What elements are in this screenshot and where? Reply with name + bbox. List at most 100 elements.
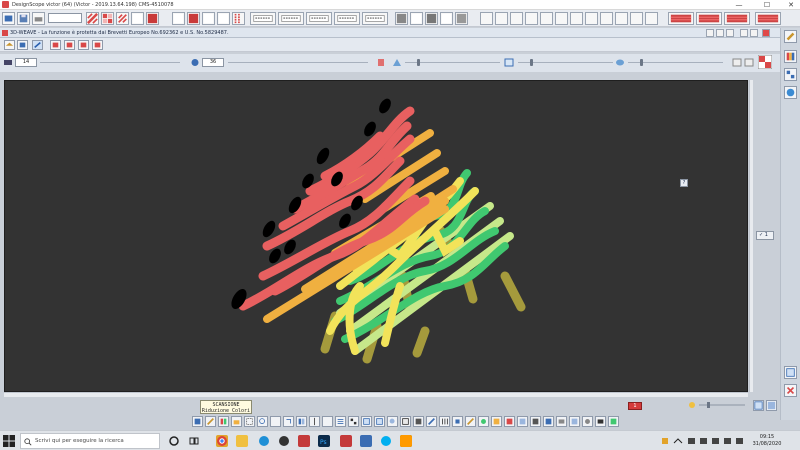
simulation-button[interactable] xyxy=(491,416,502,427)
child-close-button[interactable] xyxy=(762,29,770,37)
blank-button-6[interactable] xyxy=(555,12,568,25)
toolbar-field[interactable] xyxy=(48,13,82,23)
check-tool-button[interactable] xyxy=(348,416,359,427)
rotate-button[interactable] xyxy=(32,40,43,50)
grid-view-button-4[interactable] xyxy=(92,40,103,50)
fabric-button-1[interactable] xyxy=(668,12,694,25)
blank-button-5[interactable] xyxy=(540,12,553,25)
blank-button-1[interactable] xyxy=(480,12,493,25)
scan-tool-button[interactable] xyxy=(192,416,203,427)
sphere-tool-button[interactable] xyxy=(784,86,797,99)
color-button-red-2[interactable] xyxy=(187,12,200,25)
maximize-button[interactable]: ☐ xyxy=(758,0,776,10)
open-button[interactable] xyxy=(2,12,15,25)
select-tool-button[interactable] xyxy=(244,416,255,427)
stripe-tool-button[interactable] xyxy=(335,416,346,427)
weave-grid-button[interactable] xyxy=(361,416,372,427)
layers-button[interactable] xyxy=(17,40,28,50)
texture-button-1[interactable] xyxy=(395,12,408,25)
warp-count-field[interactable]: 14 xyxy=(15,58,37,67)
blank-button-8[interactable] xyxy=(585,12,598,25)
weave-button-5[interactable] xyxy=(362,12,388,25)
color-button-white-3[interactable] xyxy=(217,12,230,25)
zoom-tool-button[interactable] xyxy=(257,416,268,427)
taskbar-clock[interactable]: 09:15 31/08/2020 xyxy=(752,434,782,448)
repeat-tool-button[interactable] xyxy=(283,416,294,427)
grid-toggle-button[interactable] xyxy=(753,400,764,411)
home-view-button[interactable] xyxy=(4,40,15,50)
library-button[interactable] xyxy=(569,416,580,427)
chrome-icon[interactable] xyxy=(216,435,228,447)
jacquard-button[interactable] xyxy=(413,416,424,427)
media-icon[interactable] xyxy=(278,435,290,447)
close-button[interactable]: ✕ xyxy=(782,0,800,10)
fabric-button-4[interactable] xyxy=(755,12,781,25)
print-preview-button[interactable] xyxy=(556,416,567,427)
render-button[interactable] xyxy=(530,416,541,427)
texture-button-2[interactable] xyxy=(410,12,423,25)
save-button[interactable] xyxy=(17,12,30,25)
blank-button-7[interactable] xyxy=(570,12,583,25)
layout-tool-button[interactable] xyxy=(784,366,797,379)
mirror-tool-button[interactable] xyxy=(296,416,307,427)
drape-button[interactable] xyxy=(517,416,528,427)
pattern-button-1[interactable] xyxy=(86,12,99,25)
viewport-vertical-scrollbar[interactable] xyxy=(749,80,753,392)
text-tool-button[interactable] xyxy=(270,416,281,427)
weave-button-3[interactable] xyxy=(306,12,332,25)
fill-tool-button[interactable] xyxy=(231,416,242,427)
pin-window-button[interactable] xyxy=(716,29,724,37)
color-button-red[interactable] xyxy=(146,12,159,25)
blank-button-3[interactable] xyxy=(510,12,523,25)
dobby-button[interactable] xyxy=(400,416,411,427)
grid-view-button-2[interactable] xyxy=(64,40,75,50)
fabric-sim-button[interactable] xyxy=(504,416,515,427)
weave-button-4[interactable] xyxy=(334,12,360,25)
brightness-slider[interactable] xyxy=(687,400,747,410)
zoom-level-badge[interactable]: ✓ 1 xyxy=(756,231,774,240)
photoshop-icon[interactable]: Ps xyxy=(318,435,330,447)
pattern-preview-icon[interactable] xyxy=(758,55,772,69)
camera-button[interactable] xyxy=(595,416,606,427)
blank-button-2[interactable] xyxy=(495,12,508,25)
pattern-button-2[interactable] xyxy=(101,12,114,25)
flip-tool-button[interactable] xyxy=(309,416,320,427)
grid-view-button-3[interactable] xyxy=(78,40,89,50)
texture-button-4[interactable] xyxy=(440,12,453,25)
help-window-button[interactable] xyxy=(706,29,714,37)
pattern-toggle-button[interactable] xyxy=(766,400,777,411)
weave-button-1[interactable] xyxy=(250,12,276,25)
settings-button[interactable] xyxy=(582,416,593,427)
grid-tool-button[interactable] xyxy=(784,68,797,81)
paste-view-icon[interactable] xyxy=(744,58,754,67)
harness-button[interactable] xyxy=(439,416,450,427)
pencil-tool-button[interactable] xyxy=(784,30,797,43)
blank-button-11[interactable] xyxy=(630,12,643,25)
palette-tool-button[interactable] xyxy=(784,50,797,63)
tool-window-button[interactable] xyxy=(726,29,734,37)
color-button-white-2[interactable] xyxy=(202,12,215,25)
skype-icon[interactable] xyxy=(380,435,392,447)
minimize-button[interactable]: — xyxy=(730,0,748,10)
notes-icon[interactable] xyxy=(360,435,372,447)
fabric-button-2[interactable] xyxy=(696,12,722,25)
blank-button-4[interactable] xyxy=(525,12,538,25)
export-button[interactable] xyxy=(543,416,554,427)
magnify-button[interactable] xyxy=(387,416,398,427)
viewport-horizontal-scrollbar[interactable] xyxy=(4,392,748,397)
print-button[interactable] xyxy=(32,12,45,25)
pattern-button-4[interactable] xyxy=(131,12,144,25)
blank-button-10[interactable] xyxy=(615,12,628,25)
blank-button-9[interactable] xyxy=(600,12,613,25)
treadle-button[interactable] xyxy=(465,416,476,427)
fabric-button-3[interactable] xyxy=(724,12,750,25)
pattern-button-5[interactable] xyxy=(232,12,245,25)
yarn-button[interactable] xyxy=(478,416,489,427)
exit-tool-button[interactable] xyxy=(784,384,797,397)
color-reduce-button[interactable] xyxy=(218,416,229,427)
tie-up-button[interactable] xyxy=(452,416,463,427)
edge-icon[interactable] xyxy=(258,435,270,447)
light-angle-slider-thumb[interactable] xyxy=(640,59,643,66)
pattern-grid-button[interactable] xyxy=(374,416,385,427)
warp-count-slider[interactable] xyxy=(40,62,180,63)
